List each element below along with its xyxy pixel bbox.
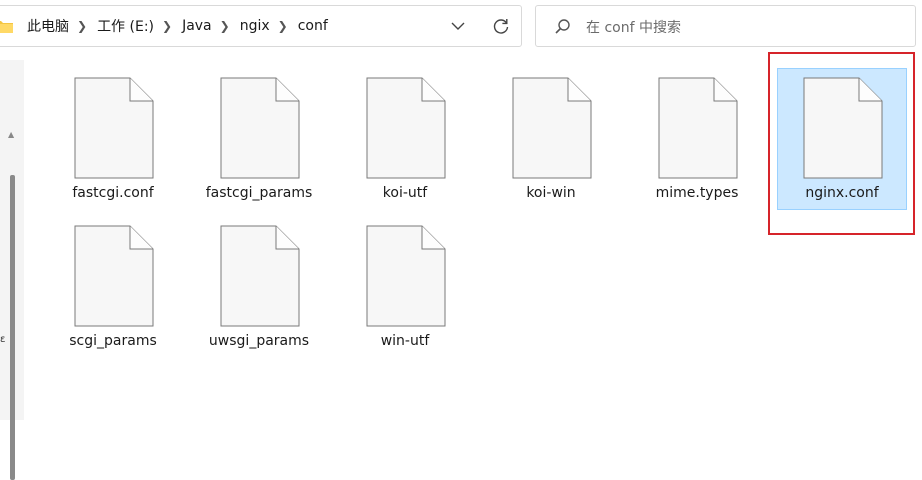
document-icon <box>220 77 300 179</box>
file-item-mime-types[interactable]: mime.types <box>632 68 762 210</box>
breadcrumb: 此电脑 ❯ 工作 (E:) ❯ Java ❯ ngix ❯ conf <box>0 6 336 46</box>
file-item-scgi-params[interactable]: scgi_params <box>48 216 178 358</box>
file-name: win-utf <box>380 333 430 349</box>
file-name: koi-win <box>526 185 576 201</box>
file-item-fastcgi-params[interactable]: fastcgi_params <box>194 68 324 210</box>
file-item-fastcgi-conf[interactable]: fastcgi.conf <box>48 68 178 210</box>
file-item-win-utf[interactable]: win-utf <box>340 216 470 358</box>
document-icon <box>74 225 154 327</box>
document-icon <box>220 225 300 327</box>
breadcrumb-item-this-pc[interactable]: 此电脑 <box>27 16 69 36</box>
document-icon <box>366 77 446 179</box>
file-item-koi-win[interactable]: koi-win <box>486 68 616 210</box>
file-name: uwsgi_params <box>208 333 310 349</box>
document-icon <box>658 77 738 179</box>
toolbar: 此电脑 ❯ 工作 (E:) ❯ Java ❯ ngix ❯ conf 在 con… <box>0 0 922 58</box>
file-name: mime.types <box>655 185 739 201</box>
breadcrumb-separator-icon[interactable]: ❯ <box>162 19 172 33</box>
document-icon <box>512 77 592 179</box>
document-icon <box>74 77 154 179</box>
chevron-down-icon[interactable] <box>449 17 467 35</box>
file-name: koi-utf <box>382 185 428 201</box>
breadcrumb-item-java[interactable]: Java <box>182 18 212 34</box>
breadcrumb-item-drive[interactable]: 工作 (E:) <box>97 16 154 36</box>
file-name: fastcgi_params <box>205 185 313 201</box>
search-placeholder: 在 conf 中搜索 <box>586 20 681 36</box>
document-icon <box>366 225 446 327</box>
search-field[interactable]: 在 conf 中搜索 <box>535 5 916 47</box>
scroll-up-icon[interactable]: ▲ <box>8 130 14 139</box>
refresh-icon[interactable] <box>491 16 511 36</box>
file-name: scgi_params <box>69 333 157 349</box>
folder-icon <box>0 19 13 33</box>
breadcrumb-separator-icon[interactable]: ❯ <box>77 19 87 33</box>
breadcrumb-separator-icon[interactable]: ❯ <box>278 19 288 33</box>
navigation-pane[interactable]: ▲ ε <box>0 60 24 480</box>
file-name: fastcgi.conf <box>72 185 154 201</box>
address-bar[interactable]: 此电脑 ❯ 工作 (E:) ❯ Java ❯ ngix ❯ conf <box>0 5 522 47</box>
nav-pane-edge-glyph: ε <box>0 334 6 345</box>
file-item-uwsgi-params[interactable]: uwsgi_params <box>194 216 324 358</box>
annotation-highlight-box <box>768 52 915 235</box>
breadcrumb-separator-icon[interactable]: ❯ <box>220 19 230 33</box>
scrollbar-thumb[interactable] <box>10 175 15 480</box>
file-item-koi-utf[interactable]: koi-utf <box>340 68 470 210</box>
breadcrumb-item-ngix[interactable]: ngix <box>240 18 270 34</box>
search-icon <box>554 18 572 36</box>
breadcrumb-item-conf[interactable]: conf <box>298 18 328 34</box>
